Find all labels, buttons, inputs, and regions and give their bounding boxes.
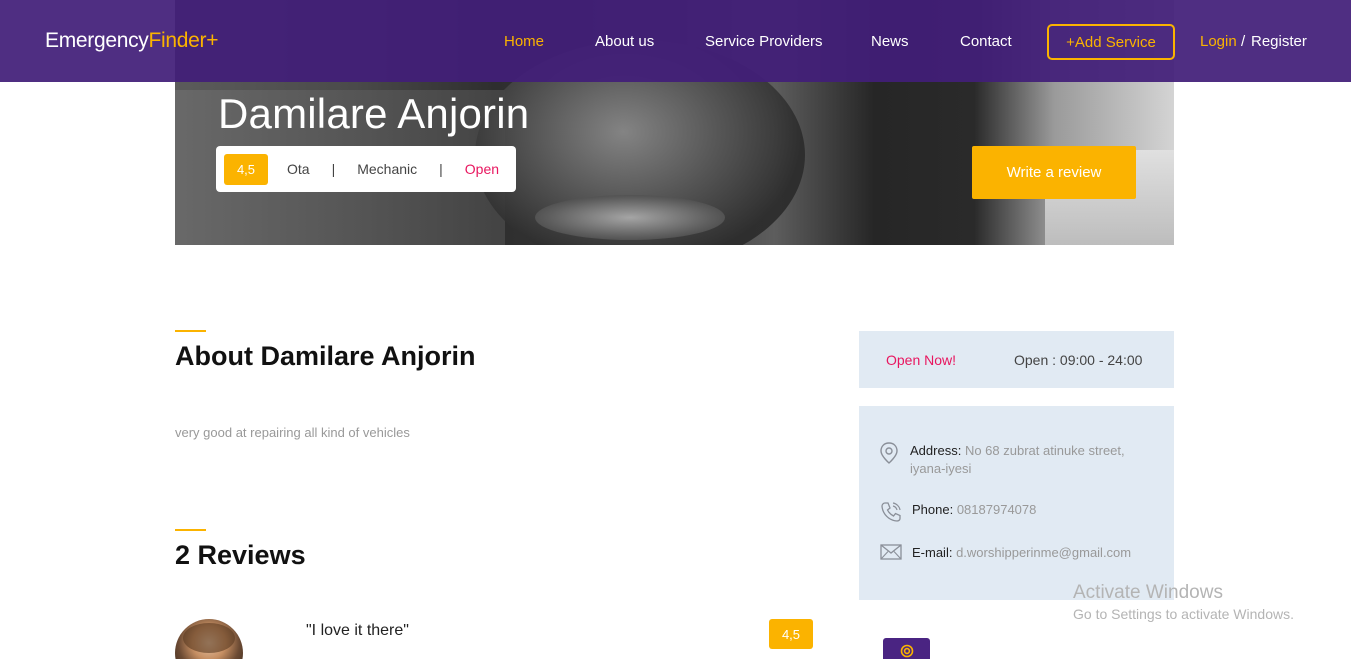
phone-line: Phone: 08187974078 [912, 501, 1036, 519]
separator: | [331, 161, 336, 177]
activate-windows-subtitle: Go to Settings to activate Windows. [1073, 606, 1294, 622]
phone-label: Phone: [912, 502, 954, 517]
provider-category: Mechanic [357, 161, 418, 177]
nav-service-providers[interactable]: Service Providers [705, 33, 823, 50]
about-text: very good at repairing all kind of vehic… [175, 425, 410, 440]
brand-accent: Finder+ [148, 29, 219, 52]
write-review-button[interactable]: Write a review [972, 146, 1136, 199]
opening-hours: Open : 09:00 - 24:00 [1014, 352, 1143, 368]
phone-value[interactable]: 08187974078 [957, 502, 1037, 517]
address-label: Address: [910, 443, 962, 458]
open-now-label: Open Now! [886, 352, 957, 368]
navbar: EmergencyFinder+ Home About us Service P… [0, 0, 1351, 82]
provider-name: Damilare Anjorin [218, 90, 530, 137]
email-value[interactable]: d.worshipperinme@gmail.com [956, 545, 1131, 560]
provider-location: Ota [287, 161, 310, 177]
location-pin-icon [879, 442, 899, 469]
opening-hours-box: Open Now! Open : 09:00 - 24:00 [859, 331, 1174, 388]
login-separator: / [1241, 33, 1246, 50]
brand-main: Emergency [45, 29, 149, 52]
activate-windows-title: Activate Windows [1073, 582, 1223, 603]
login-link[interactable]: Login [1200, 33, 1237, 50]
section-accent-line [175, 330, 206, 332]
review-rating-badge: 4,5 [769, 619, 813, 649]
rating-badge: 4,5 [224, 153, 268, 185]
nav-about-us[interactable]: About us [595, 33, 654, 50]
section-accent-line [175, 529, 206, 531]
provider-info-card: 4,5 Ota | Mechanic | Open [216, 146, 516, 192]
reviewer-avatar [175, 619, 243, 659]
address-line: Address: No 68 zubrat atinuke street, iy… [910, 442, 1125, 478]
nav-home[interactable]: Home [504, 33, 544, 50]
about-title: About Damilare Anjorin [175, 341, 476, 371]
review-quote: "I love it there" [306, 622, 409, 639]
floating-action-chip[interactable] [883, 638, 930, 659]
target-icon [900, 644, 914, 659]
contact-info-box: Address: No 68 zubrat atinuke street, iy… [859, 406, 1174, 600]
nav-news[interactable]: News [871, 33, 909, 50]
nav-contact[interactable]: Contact [960, 33, 1012, 50]
mail-icon [880, 544, 902, 565]
register-link[interactable]: Register [1251, 33, 1307, 50]
separator: | [439, 161, 443, 177]
address-value: No 68 zubrat atinuke street, [964, 443, 1125, 458]
brand-logo[interactable]: EmergencyFinder+ [45, 29, 219, 53]
phone-icon [880, 501, 902, 528]
email-label: E-mail: [912, 545, 953, 560]
email-line: E-mail: d.worshipperinme@gmail.com [912, 544, 1131, 562]
address-value-2: iyana-iyesi [910, 461, 972, 476]
provider-status: Open [464, 161, 500, 177]
reviews-title: 2 Reviews [175, 540, 306, 570]
add-service-button[interactable]: +Add Service [1047, 24, 1175, 60]
